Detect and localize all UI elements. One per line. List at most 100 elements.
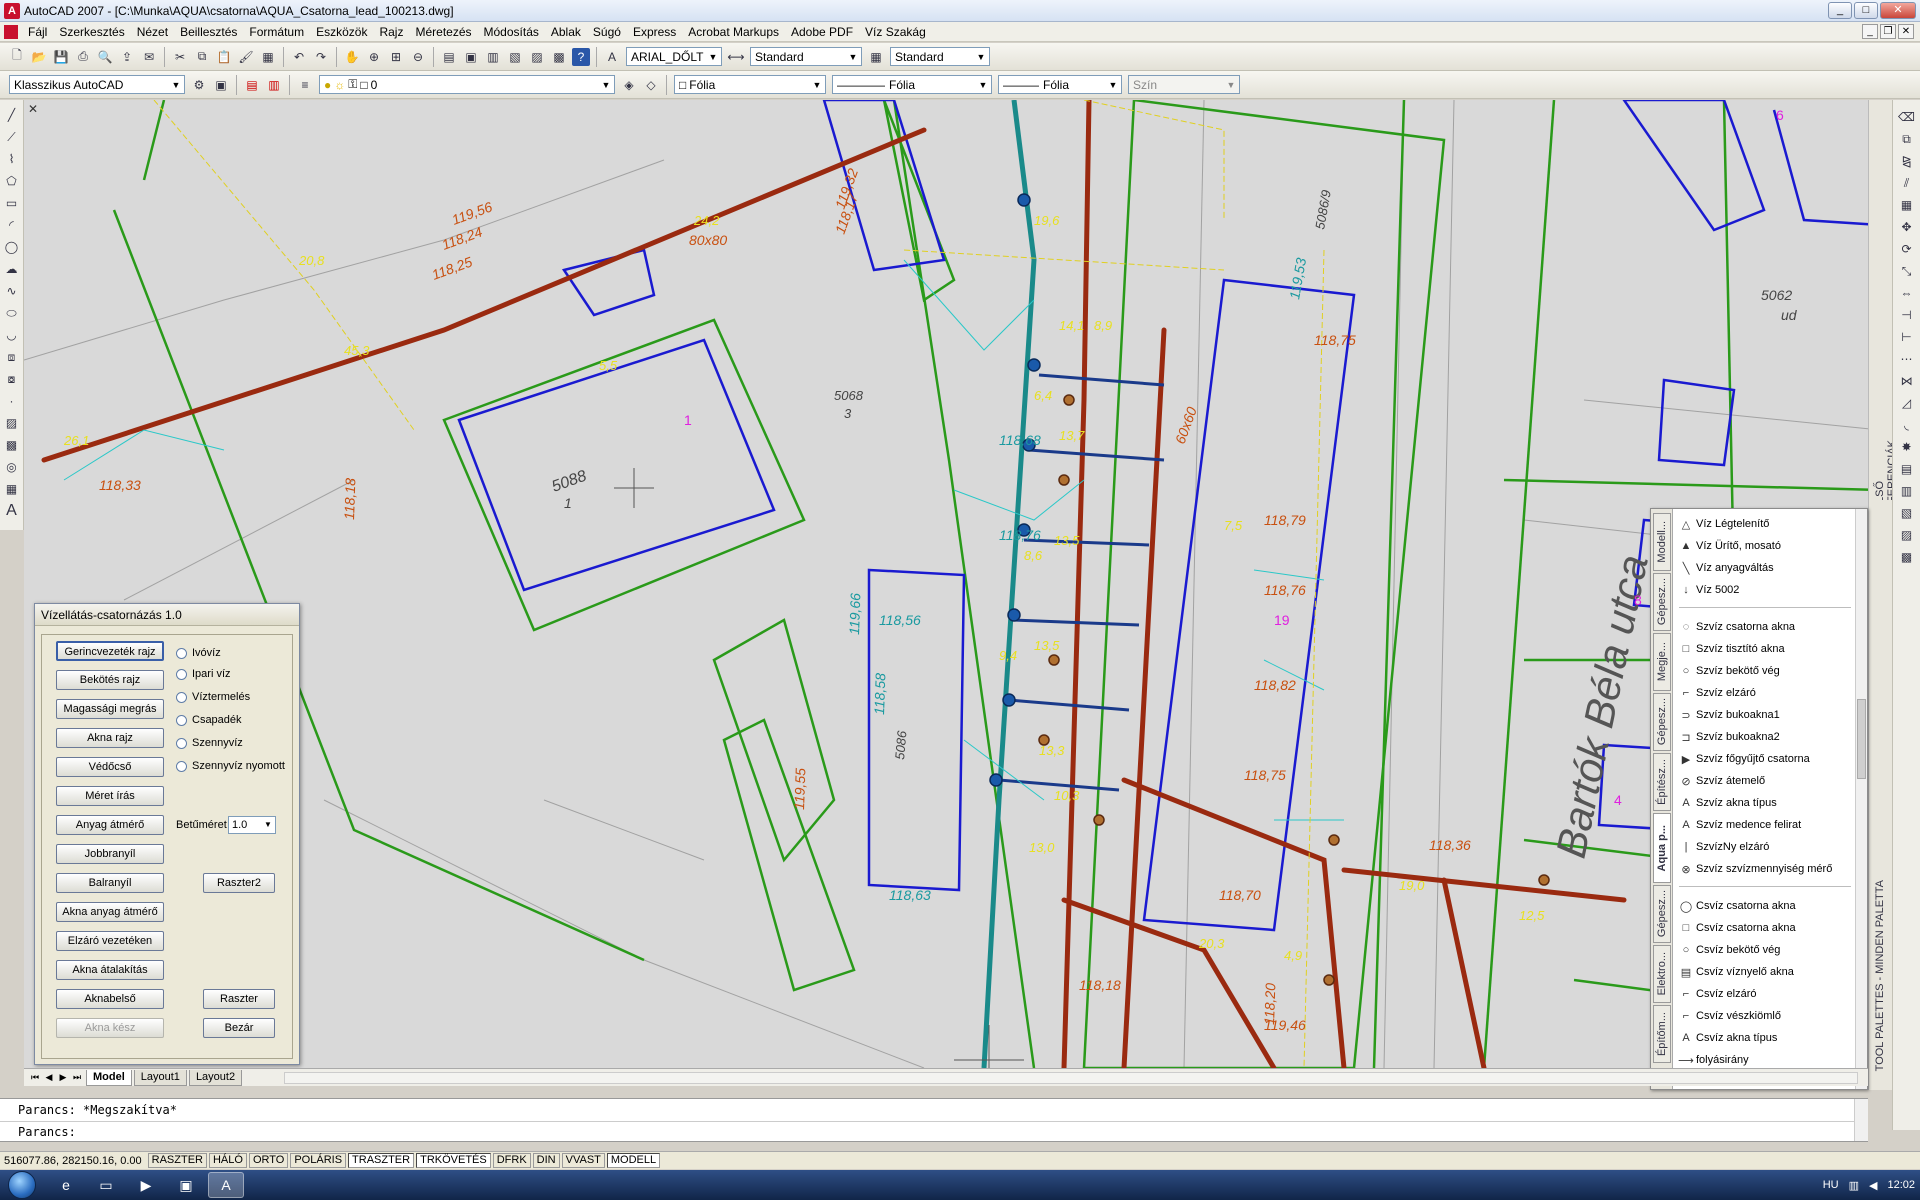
layer-isolate-icon[interactable]: ▧: [1898, 504, 1916, 522]
menu-nezet[interactable]: Nézet: [131, 22, 174, 42]
help-icon[interactable]: ?: [572, 47, 590, 66]
drawing-svg[interactable]: Bartók Béla utca 5088 1 5062 ud 5086/9 5…: [24, 100, 1880, 1068]
polygon-icon[interactable]: ⬠: [3, 172, 21, 190]
close-button[interactable]: ✕: [1880, 2, 1916, 19]
workspace-dropdown[interactable]: Klasszikus AutoCAD ▼: [9, 75, 185, 94]
minimize-button[interactable]: _: [1828, 2, 1852, 19]
toggle-dfrk[interactable]: DFRK: [492, 1153, 531, 1168]
array-icon[interactable]: ▦: [1898, 196, 1916, 214]
akna-rajz-button[interactable]: Akna rajz: [56, 728, 164, 748]
fillet-icon[interactable]: ◟: [1898, 416, 1916, 434]
radio-szennyviz[interactable]: Szennyvíz: [176, 737, 243, 749]
plot-icon[interactable]: ⎙: [74, 48, 92, 66]
palette-tab-gepesz-3[interactable]: Gépesz...: [1653, 885, 1671, 943]
save-app-icon[interactable]: ▣: [168, 1172, 204, 1198]
offset-icon[interactable]: ⫽: [1898, 174, 1916, 192]
lineweight-dropdown[interactable]: ——— Fólia ▼: [998, 75, 1122, 94]
undo-icon[interactable]: ↶: [290, 48, 308, 66]
document-icon[interactable]: [4, 24, 18, 39]
palette-tool-item[interactable]: ↓ Víz 5002: [1675, 579, 1855, 601]
ellipse-icon[interactable]: ⬭: [3, 304, 21, 322]
layer-dropdown[interactable]: ● ☼ ⚿ □ 0 ▼: [319, 75, 615, 94]
palette-tool-item[interactable]: ▲ Víz Ürítő, mosató: [1675, 535, 1855, 557]
layer-off-icon[interactable]: ▩: [1898, 548, 1916, 566]
tab-model[interactable]: Model: [86, 1069, 132, 1086]
explode-icon[interactable]: ✸: [1898, 438, 1916, 456]
palette-tool-item[interactable]: □ Csvíz csatorna akna: [1675, 917, 1855, 939]
design-center-icon[interactable]: ▣: [462, 48, 480, 66]
gerincvezetek-rajz-button[interactable]: Gerincvezeték rajz: [56, 641, 164, 661]
elzaro-vezeteken-button[interactable]: Elzáró vezetéken: [56, 931, 164, 951]
toggle-modell[interactable]: MODELL: [606, 1153, 661, 1168]
palette-tool-item[interactable]: ⌐ Szvíz elzáró: [1675, 682, 1855, 704]
command-prompt[interactable]: Parancs:: [18, 1125, 76, 1139]
palette-tool-item[interactable]: ▶ Szvíz főgyűjtő csatorna: [1675, 748, 1855, 770]
palette-tool-item[interactable]: ⌐ Csvíz elzáró: [1675, 983, 1855, 1005]
balranyil-button[interactable]: Balranyíl: [56, 873, 164, 893]
palette-tool-item[interactable]: ⊗ Szvíz szvízmennyiség mérő: [1675, 858, 1855, 880]
ellipse-arc-icon[interactable]: ◡: [3, 326, 21, 344]
cut-icon[interactable]: ✂: [171, 48, 189, 66]
palette-tab-modell[interactable]: Modell...: [1653, 513, 1671, 571]
point-icon[interactable]: ·: [3, 392, 21, 410]
join-icon[interactable]: ⋈: [1898, 372, 1916, 390]
horizontal-scrollbar[interactable]: [284, 1072, 1858, 1084]
doc-restore-button[interactable]: ❐: [1880, 24, 1896, 39]
redo-icon[interactable]: ↷: [312, 48, 330, 66]
match-properties-icon[interactable]: 🖌: [237, 48, 255, 66]
color-dropdown[interactable]: □ Fólia ▼: [674, 75, 826, 94]
polyline-icon[interactable]: ⌇: [3, 150, 21, 168]
palette-tool-item[interactable]: ⊘ Szvíz átemelő: [1675, 770, 1855, 792]
copy-icon[interactable]: ⧉: [193, 48, 211, 66]
command-line[interactable]: Parancs: *Megszakítva* Parancs:: [0, 1098, 1868, 1142]
radio-ipari-viz[interactable]: Ipari víz: [176, 668, 231, 680]
etransmit-icon[interactable]: ✉: [140, 48, 158, 66]
meret-iras-button[interactable]: Méret írás: [56, 786, 164, 806]
palette-tool-item[interactable]: A Szvíz akna típus: [1675, 792, 1855, 814]
zoom-realtime-icon[interactable]: ⊕: [365, 48, 383, 66]
palette-tool-item[interactable]: | SzvízNy elzáró: [1675, 836, 1855, 858]
palette-tool-item[interactable]: ◯ Csvíz csatorna akna: [1675, 895, 1855, 917]
move-icon[interactable]: ✥: [1898, 218, 1916, 236]
drawing-canvas[interactable]: Bartók Béla utca 5088 1 5062 ud 5086/9 5…: [24, 100, 1880, 1068]
palette-tool-item[interactable]: A Csvíz akna típus: [1675, 1027, 1855, 1049]
make-block-icon[interactable]: ⧇: [3, 370, 21, 388]
table-icon[interactable]: ▦: [3, 480, 21, 498]
palette-tool-item[interactable]: ▤ Csvíz víznyelő akna: [1675, 961, 1855, 983]
rectangle-icon[interactable]: ▭: [3, 194, 21, 212]
publish-icon[interactable]: ⇪: [118, 48, 136, 66]
workspace-settings-icon[interactable]: ⚙: [190, 76, 208, 94]
menu-fajl[interactable]: Fájl: [22, 22, 53, 42]
palette-tab-epitesz[interactable]: Építész...: [1653, 753, 1671, 811]
maximize-button[interactable]: □: [1854, 2, 1878, 19]
arc-icon[interactable]: ◜: [3, 216, 21, 234]
radio-ivoviz[interactable]: Ivóvíz: [176, 647, 221, 659]
akna-anyag-atmero-button[interactable]: Akna anyag átmérő: [56, 902, 164, 922]
copy-object-icon[interactable]: ⧉: [1898, 130, 1916, 148]
menu-meretezes[interactable]: Méretezés: [409, 22, 477, 42]
first-layout-icon[interactable]: ⏮: [28, 1072, 42, 1083]
previous-layout-icon[interactable]: ◀: [42, 1072, 56, 1083]
dim-style-dropdown[interactable]: Standard ▼: [750, 47, 862, 66]
menu-modositas[interactable]: Módosítás: [478, 22, 545, 42]
block-editor-icon[interactable]: ▦: [259, 48, 277, 66]
media-player-icon[interactable]: ▶: [128, 1172, 164, 1198]
akna-atalakitas-button[interactable]: Akna átalakítás: [56, 960, 164, 980]
table-style-dropdown[interactable]: Standard ▼: [890, 47, 990, 66]
new-icon[interactable]: 🗋: [8, 48, 26, 66]
bekotes-rajz-button[interactable]: Bekötés rajz: [56, 670, 164, 690]
external-references-strip[interactable]: KÜLSŐ REFERENCIÁK: [1868, 100, 1898, 518]
palette-scrollbar[interactable]: [1855, 509, 1867, 1089]
internet-explorer-icon[interactable]: e: [48, 1172, 84, 1198]
magassagi-megras-button[interactable]: Magassági megrás: [56, 699, 164, 719]
construction-line-icon[interactable]: ⟋: [3, 128, 21, 146]
menu-viz-szakag[interactable]: Víz Szakág: [859, 22, 932, 42]
zoom-window-icon[interactable]: ⊞: [387, 48, 405, 66]
palette-tab-gepesz[interactable]: Gépesz...: [1653, 573, 1671, 631]
zoom-previous-icon[interactable]: ⊖: [409, 48, 427, 66]
paste-icon[interactable]: 📋: [215, 48, 233, 66]
menu-eszkozok[interactable]: Eszközök: [310, 22, 373, 42]
pdf-icon[interactable]: ▤: [243, 76, 261, 94]
multiline-text-icon[interactable]: A: [3, 502, 21, 520]
toggle-traszter[interactable]: TRASZTER: [348, 1153, 415, 1168]
